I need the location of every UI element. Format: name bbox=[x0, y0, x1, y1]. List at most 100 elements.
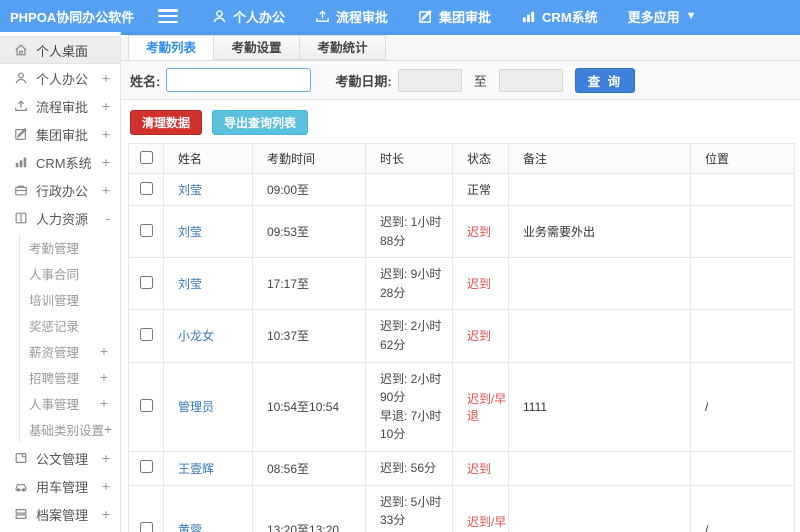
date-to-input[interactable] bbox=[498, 68, 563, 92]
sidebar-subitem-basic-category-settings[interactable]: 基础类别设置 + bbox=[20, 416, 120, 442]
sidebar-item-project-management[interactable]: 项目管理 + bbox=[0, 528, 120, 532]
table-row: 王壹辉 08:56至 迟到: 56分 迟到 bbox=[128, 450, 795, 486]
duration: 迟到: 56分 bbox=[365, 450, 453, 486]
process-icon bbox=[316, 9, 329, 22]
select-all-checkbox[interactable] bbox=[139, 150, 153, 164]
row-checkbox[interactable] bbox=[139, 327, 153, 341]
chart-icon bbox=[522, 11, 535, 22]
nav-group-approval[interactable]: 集团审批 bbox=[418, 7, 491, 26]
nav-more-apps[interactable]: 更多应用 ▼ bbox=[628, 7, 697, 26]
nav-crm-system[interactable]: CRM系统 bbox=[521, 7, 598, 26]
tab-attendance-settings[interactable]: 考勤设置 bbox=[214, 35, 300, 60]
expand-icon[interactable]: + bbox=[100, 182, 110, 198]
expand-icon[interactable]: + bbox=[100, 154, 110, 170]
sidebar-subitem-salary-management[interactable]: 薪资管理 + bbox=[20, 338, 120, 364]
filter-bar: 姓名: 考勤日期: 至 查 询 bbox=[121, 61, 800, 100]
col-header-note: 备注 bbox=[508, 143, 691, 174]
table-header-row: 姓名 考勤时间 时长 状态 备注 位置 bbox=[128, 143, 795, 174]
sidebar-item-administrative-office[interactable]: 行政办公 + bbox=[0, 176, 120, 204]
attendance-time: 09:53至 bbox=[252, 204, 366, 259]
table-row: 黄蓉 13:20至13:20 迟到: 5小时33分早退: 4小时67分 迟到/早… bbox=[128, 484, 795, 532]
expand-icon[interactable]: + bbox=[100, 126, 110, 142]
status-badge: 迟到 bbox=[467, 461, 492, 476]
duration: 迟到: 2小时62分 bbox=[365, 309, 453, 363]
col-header-duration: 时长 bbox=[365, 143, 453, 174]
attendance-time: 10:54至10:54 bbox=[252, 361, 366, 452]
employee-name-link[interactable]: 刘莹 bbox=[178, 225, 202, 239]
search-button[interactable]: 查 询 bbox=[574, 67, 636, 93]
tab-attendance-list[interactable]: 考勤列表 bbox=[128, 35, 214, 60]
sidebar-item-crm-system[interactable]: CRM系统 + bbox=[0, 148, 120, 176]
chart-icon bbox=[15, 157, 27, 168]
name-filter-label: 姓名: bbox=[130, 73, 161, 89]
duration bbox=[365, 173, 453, 206]
name-filter-input[interactable] bbox=[166, 68, 312, 92]
col-header-status: 状态 bbox=[452, 143, 509, 174]
date-from-input[interactable] bbox=[397, 68, 462, 92]
expand-icon[interactable]: + bbox=[98, 369, 108, 385]
duration: 迟到: 1小时88分 bbox=[365, 204, 453, 259]
nav-personal-office[interactable]: 个人办公 bbox=[212, 7, 285, 26]
tab-strip: 考勤列表 考勤设置 考勤统计 bbox=[121, 35, 800, 61]
expand-icon[interactable]: + bbox=[100, 98, 110, 114]
caret-down-icon: ▼ bbox=[685, 9, 697, 22]
status-badge: 迟到 bbox=[467, 329, 492, 344]
row-checkbox[interactable] bbox=[139, 460, 153, 474]
sidebar-subitem-personnel-contract[interactable]: 人事合同 bbox=[20, 260, 120, 286]
edit-icon bbox=[15, 127, 27, 140]
row-checkbox[interactable] bbox=[139, 398, 153, 412]
sidebar-item-personal-desktop[interactable]: 个人桌面 bbox=[0, 36, 120, 64]
row-checkbox[interactable] bbox=[139, 223, 153, 237]
note: 1111 bbox=[508, 361, 691, 452]
sidebar-item-archive-management[interactable]: 档案管理 + bbox=[0, 500, 120, 528]
sidebar-item-process-approval[interactable]: 流程审批 + bbox=[0, 92, 120, 120]
expand-icon[interactable]: + bbox=[98, 343, 108, 359]
employee-name-link[interactable]: 小龙女 bbox=[178, 329, 214, 343]
attendance-time: 08:56至 bbox=[252, 450, 366, 486]
row-checkbox[interactable] bbox=[139, 521, 153, 532]
expand-icon[interactable]: + bbox=[104, 421, 112, 437]
table-row: 刘莹 17:17至 迟到: 9小时28分 迟到 bbox=[128, 257, 795, 311]
date-filter-label: 考勤日期: bbox=[335, 73, 392, 89]
sidebar-subitem-recruitment-management[interactable]: 招聘管理 + bbox=[20, 364, 120, 390]
nav-process-approval[interactable]: 流程审批 bbox=[315, 7, 388, 26]
collapse-icon[interactable]: - bbox=[100, 210, 110, 226]
sidebar-subitem-personnel-management[interactable]: 人事管理 + bbox=[20, 390, 120, 416]
tab-attendance-statistics[interactable]: 考勤统计 bbox=[300, 35, 386, 60]
location bbox=[690, 173, 795, 206]
expand-icon[interactable]: + bbox=[98, 395, 108, 411]
sidebar-item-vehicle-management[interactable]: 用车管理 + bbox=[0, 472, 120, 500]
row-checkbox[interactable] bbox=[139, 275, 153, 289]
export-list-button[interactable]: 导出查询列表 bbox=[212, 110, 309, 135]
sidebar-subitem-attendance-management[interactable]: 考勤管理 bbox=[20, 234, 120, 260]
hamburger-menu-icon[interactable] bbox=[158, 9, 178, 23]
sidebar-item-group-approval[interactable]: 集团审批 + bbox=[0, 120, 120, 148]
employee-name-link[interactable]: 管理员 bbox=[178, 400, 214, 414]
expand-icon[interactable]: + bbox=[100, 478, 110, 494]
employee-name-link[interactable]: 王壹辉 bbox=[178, 462, 214, 476]
archive-icon bbox=[15, 509, 27, 519]
attendance-time: 13:20至13:20 bbox=[252, 484, 366, 532]
process-icon bbox=[15, 100, 27, 111]
table-row: 刘莹 09:00至 正常 bbox=[128, 173, 795, 206]
expand-icon[interactable]: + bbox=[100, 450, 110, 466]
table-row: 管理员 10:54至10:54 迟到: 2小时90分 早退: 7小时10分 迟到/… bbox=[128, 361, 795, 452]
col-header-time: 考勤时间 bbox=[252, 143, 366, 174]
edit-icon bbox=[419, 9, 432, 23]
expand-icon[interactable]: + bbox=[100, 70, 110, 86]
expand-icon[interactable]: + bbox=[100, 506, 110, 522]
employee-name-link[interactable]: 黄蓉 bbox=[178, 523, 202, 532]
sidebar-item-human-resources[interactable]: 人力资源 - bbox=[0, 204, 120, 232]
book-icon bbox=[15, 212, 27, 224]
location bbox=[690, 257, 795, 311]
duration: 迟到: 2小时90分 早退: 7小时10分 bbox=[365, 361, 453, 452]
employee-name-link[interactable]: 刘莹 bbox=[178, 277, 202, 291]
employee-name-link[interactable]: 刘莹 bbox=[178, 183, 202, 197]
row-checkbox[interactable] bbox=[139, 181, 153, 195]
sidebar-item-personal-office[interactable]: 个人办公 + bbox=[0, 64, 120, 92]
sidebar-subitem-training-management[interactable]: 培训管理 bbox=[20, 286, 120, 312]
sidebar-subitem-reward-punishment-records[interactable]: 奖惩记录 bbox=[20, 312, 120, 338]
app-logo: PHPOA协同办公软件 bbox=[10, 9, 135, 25]
sidebar-item-official-document-management[interactable]: 公文管理 + bbox=[0, 444, 120, 472]
clean-data-button[interactable]: 清理数据 bbox=[130, 110, 203, 135]
